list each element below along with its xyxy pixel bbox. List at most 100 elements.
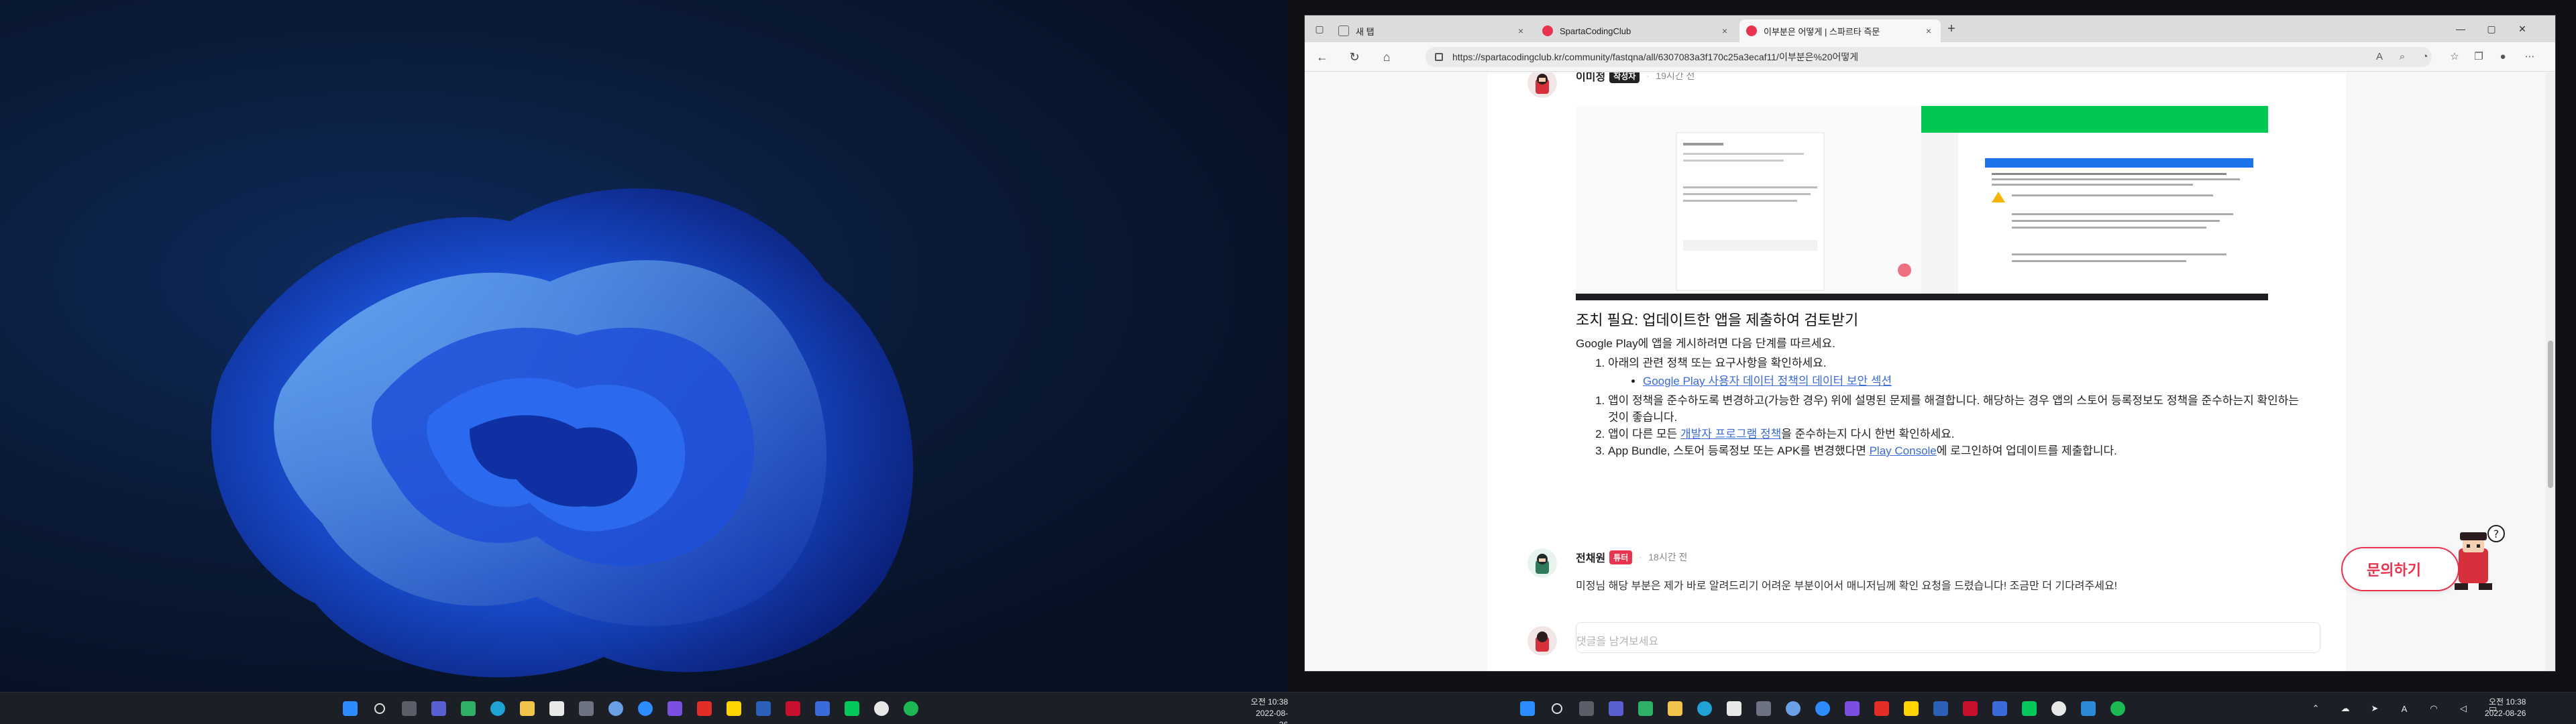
- browser-window: ▢ 새 탭 × SpartaCodingClub × 이부분은 어떻게 | 스파…: [1304, 15, 2556, 672]
- read-aloud-icon[interactable]: A: [2371, 49, 2387, 65]
- taskbar-right: ⌃ ☁ ➤ A ◠ ◁ ▭ 오전 10:38 2022-08-26: [1288, 692, 2576, 724]
- meet-icon[interactable]: [1988, 697, 2012, 721]
- address-bar[interactable]: https://spartacodingclub.kr/community/fa…: [1426, 47, 2432, 67]
- tab-bar: ▢ 새 탭 × SpartaCodingClub × 이부분은 어떻게 | 스파…: [1305, 15, 2555, 42]
- avatar: [1527, 72, 1557, 98]
- red-app-icon[interactable]: [1958, 697, 1982, 721]
- guide-steps: 아래의 관련 정책 또는 요구사항을 확인하세요.: [1608, 355, 2300, 371]
- guide-steps-cont: 앱이 정책을 준수하도록 변경하고(가능한 경우) 위에 설명된 문제를 해결합…: [1608, 392, 2300, 459]
- mascot-icon[interactable]: ?: [2445, 522, 2506, 595]
- edge-icon[interactable]: [486, 697, 510, 721]
- kakao-icon[interactable]: [722, 697, 746, 721]
- search-icon[interactable]: [1545, 697, 1569, 721]
- volume-icon[interactable]: ◁: [2451, 697, 2475, 721]
- purple-app-icon[interactable]: [1840, 697, 1864, 721]
- clock-right[interactable]: 오전 10:38 2022-08-26: [2485, 697, 2526, 719]
- youtube-icon[interactable]: [1870, 697, 1894, 721]
- start-icon[interactable]: [1515, 697, 1540, 721]
- office-icon[interactable]: [751, 697, 775, 721]
- extension-icon[interactable]: ◔: [2417, 49, 2433, 65]
- cloud-icon[interactable]: ☁: [2333, 697, 2357, 721]
- search-icon[interactable]: [368, 697, 392, 721]
- sparta-favicon: [1542, 25, 1553, 36]
- more-menu-icon[interactable]: ⋯: [2522, 49, 2538, 65]
- settings-icon[interactable]: [1781, 697, 1805, 721]
- developer-policy-link[interactable]: 개발자 프로그램 정책: [1680, 428, 1781, 440]
- tab-active-question[interactable]: 이부분은 어떻게 | 스파르타 즉문 ×: [1739, 19, 1941, 42]
- task-view-icon[interactable]: [397, 697, 421, 721]
- maximize-button[interactable]: ▢: [2476, 19, 2507, 38]
- comment-time: 19시간 전: [1656, 72, 1695, 81]
- bloom-wallpaper: [211, 188, 914, 678]
- favorites-icon[interactable]: ☆: [2447, 49, 2463, 65]
- start-icon[interactable]: [338, 697, 362, 721]
- file-explorer-icon[interactable]: [515, 697, 539, 721]
- wifi-icon[interactable]: ◠: [2422, 697, 2446, 721]
- app-icon[interactable]: [574, 697, 598, 721]
- step4-pre: App Bundle, 스토어 등록정보 또는 APK를 변경했다면: [1608, 444, 1870, 457]
- kakao-icon[interactable]: [1899, 697, 1923, 721]
- naver-icon[interactable]: [840, 697, 864, 721]
- scroll-thumb[interactable]: [2548, 341, 2553, 488]
- calendar-icon[interactable]: [1722, 697, 1746, 721]
- new-tab-button[interactable]: +: [1942, 19, 1961, 38]
- naver-icon[interactable]: [2017, 697, 2041, 721]
- author-badge: 작성자: [1609, 72, 1640, 83]
- kakaotalk-icon[interactable]: [1633, 697, 1658, 721]
- zoom-app-icon[interactable]: [1811, 697, 1835, 721]
- tab-close-icon[interactable]: ×: [1719, 25, 1730, 36]
- attached-screenshot[interactable]: [1576, 106, 2268, 300]
- kakaotalk-icon[interactable]: [456, 697, 480, 721]
- tab-spartacodingclub[interactable]: SpartaCodingClub ×: [1536, 19, 1737, 42]
- profile-icon[interactable]: ●: [2495, 49, 2511, 65]
- meet-icon[interactable]: [810, 697, 835, 721]
- send-icon[interactable]: ➤: [2363, 697, 2387, 721]
- tab-close-icon[interactable]: ×: [1515, 25, 1526, 36]
- guide-substep: Google Play 사용자 데이터 정책의 데이터 보안 섹션: [1643, 371, 2300, 388]
- file-explorer-icon[interactable]: [1663, 697, 1687, 721]
- close-window-button[interactable]: ✕: [2507, 19, 2538, 38]
- vscode-icon[interactable]: [2076, 697, 2100, 721]
- desktop-wallpaper-left: [0, 0, 1288, 692]
- spotify-icon[interactable]: [899, 697, 923, 721]
- help-button[interactable]: 문의하기: [2341, 547, 2459, 591]
- tray-overflow-icon[interactable]: ⌃: [2304, 697, 2328, 721]
- youtube-icon[interactable]: [692, 697, 716, 721]
- minimize-button[interactable]: —: [2445, 19, 2476, 38]
- settings-icon[interactable]: [604, 697, 628, 721]
- data-safety-link[interactable]: Google Play 사용자 데이터 정책의 데이터 보안 섹션: [1643, 375, 1892, 387]
- spotify-icon[interactable]: [2106, 697, 2130, 721]
- tab-close-icon[interactable]: ×: [1923, 25, 1934, 36]
- tab-actions-icon[interactable]: ▢: [1310, 19, 1329, 38]
- comment-bubble: 조치 필요: 업데이트한 앱을 제출하여 검토받기 Google Play에 앱…: [1576, 93, 2320, 548]
- chat-icon[interactable]: [1604, 697, 1628, 721]
- home-button[interactable]: ⌂: [1377, 48, 1396, 66]
- comment-author-name[interactable]: 이미정: [1576, 72, 1605, 84]
- app-icon[interactable]: [1752, 697, 1776, 721]
- chrome-icon[interactable]: [2047, 697, 2071, 721]
- calendar-icon[interactable]: [545, 697, 569, 721]
- play-console-link[interactable]: Play Console: [1870, 444, 1937, 457]
- reply-input[interactable]: 댓글을 남겨보세요: [1576, 622, 2320, 653]
- office-icon[interactable]: [1929, 697, 1953, 721]
- purple-app-icon[interactable]: [663, 697, 687, 721]
- help-button-label: 문의하기: [2367, 562, 2421, 579]
- page-scrollbar[interactable]: [2546, 72, 2555, 671]
- tab-new[interactable]: 새 탭 ×: [1332, 19, 1533, 42]
- zoom-icon[interactable]: ⌕: [2394, 49, 2410, 65]
- red-app-icon[interactable]: [781, 697, 805, 721]
- tutor-badge: 튜터: [1609, 550, 1633, 564]
- clock-time: 오전 10:38: [2488, 697, 2526, 707]
- edge-icon[interactable]: [1693, 697, 1717, 721]
- chat-icon[interactable]: [427, 697, 451, 721]
- task-view-icon[interactable]: [1574, 697, 1599, 721]
- collections-icon[interactable]: ❐: [2471, 49, 2487, 65]
- avatar: [1527, 548, 1557, 578]
- comment-author-name[interactable]: 전채원: [1576, 549, 1605, 565]
- clock-left[interactable]: 오전 10:38 2022-08-26: [1248, 697, 1288, 724]
- refresh-button[interactable]: ↻: [1345, 48, 1364, 66]
- chrome-icon[interactable]: [869, 697, 894, 721]
- zoom-app-icon[interactable]: [633, 697, 657, 721]
- ime-icon[interactable]: A: [2392, 697, 2416, 721]
- back-button[interactable]: ←: [1313, 48, 1332, 66]
